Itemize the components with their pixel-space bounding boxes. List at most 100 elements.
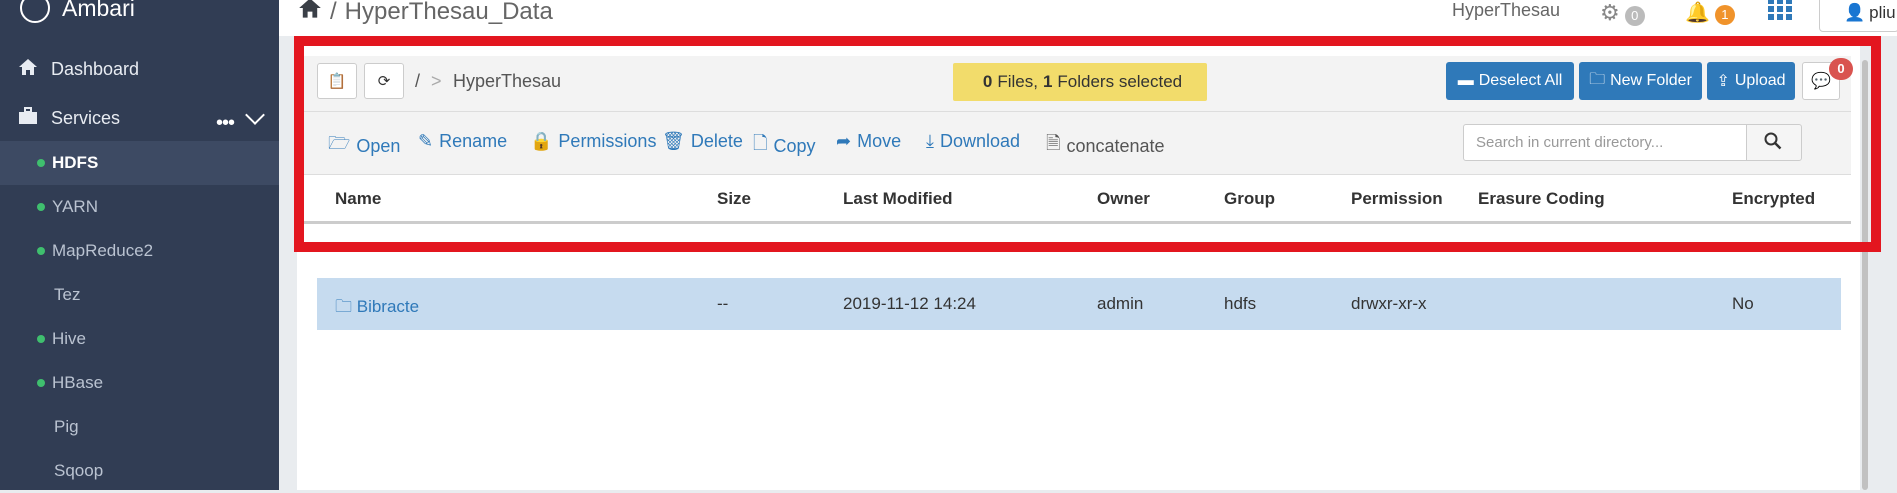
status-dot-icon <box>37 379 45 387</box>
file-icon: 🗋 <box>753 133 768 153</box>
delete-action[interactable]: 🗑 Delete <box>662 131 743 152</box>
share-arrow-icon: ➦ <box>836 131 852 151</box>
service-label: Sqoop <box>54 461 104 480</box>
column-header[interactable]: Size <box>717 189 751 209</box>
row-name: Bibracte <box>356 297 420 316</box>
ambari-logo-icon <box>20 0 50 23</box>
row-group-cell: hdfs <box>1224 294 1257 313</box>
parent-dir-row-fragment <box>335 243 349 246</box>
status-dot-icon <box>37 159 45 167</box>
sidebar-item-services[interactable]: Services <box>0 96 279 140</box>
search-icon <box>1764 132 1782 155</box>
column-header[interactable]: Name <box>335 189 381 209</box>
table-row[interactable] <box>317 278 1841 330</box>
breadcrumb: / HyperThesau_Data <box>298 0 553 26</box>
column-header[interactable]: Erasure Coding <box>1478 189 1605 209</box>
permissions-action[interactable]: 🔒 Permissions <box>530 131 656 152</box>
copy-label: Copy <box>773 135 816 156</box>
delete-label: Delete <box>690 131 743 151</box>
service-label: Pig <box>54 417 79 436</box>
gear-icon: ⚙ <box>1600 0 1620 25</box>
selection-status: 0 Files, 1 Folders selected <box>953 63 1207 101</box>
sidebar: Ambari Dashboard Services ••• HDFS YARN … <box>0 0 279 490</box>
copy-action[interactable]: 🗋 Copy <box>753 131 816 161</box>
page-title: HyperThesau_Data <box>344 0 553 25</box>
settings-menu[interactable]: ⚙ 0 <box>1600 0 1645 26</box>
alerts-menu[interactable]: 🔔 1 <box>1685 0 1735 25</box>
refresh-icon: ⟳ <box>377 73 391 90</box>
download-icon: ⤓ <box>926 131 934 151</box>
download-label: Download <box>939 131 1021 151</box>
sidebar-service-hive[interactable]: Hive <box>0 317 279 361</box>
refresh-button[interactable]: ⟳ <box>364 63 404 99</box>
sidebar-service-yarn[interactable]: YARN <box>0 185 279 229</box>
copy-path-button[interactable]: 📋 <box>317 63 357 99</box>
path-separator: > <box>431 71 442 91</box>
alerts-badge: 1 <box>1714 5 1735 25</box>
column-header[interactable]: Encrypted <box>1732 189 1815 209</box>
deselect-all-label: Deselect All <box>1478 72 1563 89</box>
status-dot-icon <box>37 203 45 211</box>
deselect-all-button[interactable]: ▬ Deselect All <box>1446 62 1574 100</box>
rename-label: Rename <box>439 131 508 151</box>
column-header[interactable]: Group <box>1224 189 1275 209</box>
row-owner-cell: admin <box>1097 294 1144 313</box>
permissions-label: Permissions <box>558 131 657 151</box>
sidebar-item-label: Services <box>51 107 121 128</box>
status-dot-icon <box>37 247 45 255</box>
lock-icon: 🔒 <box>530 131 553 151</box>
sidebar-service-sqoop[interactable]: Sqoop <box>0 449 279 493</box>
bell-icon: 🔔 <box>1685 2 1710 24</box>
selected-files-count: 0 <box>982 72 993 91</box>
selected-folders-count: 1 <box>1042 72 1053 91</box>
trash-icon: 🗑 <box>662 131 685 151</box>
open-action[interactable]: 🗁 Open <box>328 131 400 161</box>
sidebar-item-dashboard[interactable]: Dashboard <box>0 47 279 91</box>
sidebar-service-pig[interactable]: Pig <box>0 405 279 449</box>
service-label: HBase <box>52 373 104 392</box>
more-icon[interactable]: ••• <box>216 112 235 135</box>
folder-icon: 🗀 <box>1589 70 1606 88</box>
move-action[interactable]: ➦ Move <box>836 131 901 152</box>
path-root[interactable]: / <box>415 71 420 92</box>
selected-folders-label: Folders selected <box>1057 72 1183 91</box>
column-header[interactable]: Owner <box>1097 189 1150 209</box>
upload-button[interactable]: ⇪ Upload <box>1707 62 1795 100</box>
path-current[interactable]: HyperThesau <box>453 71 561 92</box>
briefcase-icon <box>18 106 38 130</box>
sidebar-service-hdfs[interactable]: HDFS <box>0 141 279 185</box>
concatenate-label: concatenate <box>1066 135 1165 156</box>
status-dot-icon <box>37 335 45 343</box>
search-input[interactable] <box>1463 124 1747 161</box>
sidebar-service-tez[interactable]: Tez <box>0 273 279 317</box>
rename-action[interactable]: ✎ Rename <box>418 131 507 152</box>
column-header[interactable]: Last Modified <box>843 189 953 209</box>
service-label: Hive <box>52 329 87 348</box>
home-icon[interactable] <box>298 0 322 26</box>
sidebar-service-hbase[interactable]: HBase <box>0 361 279 405</box>
sidebar-service-mapreduce2[interactable]: MapReduce2 <box>0 229 279 273</box>
service-label: YARN <box>52 197 98 216</box>
chat-badge: 0 <box>1829 58 1853 80</box>
user-menu[interactable]: 👤 pliu <box>1819 0 1897 32</box>
selected-files-label: Files, <box>997 72 1038 91</box>
upload-icon: ⇪ <box>1716 73 1730 90</box>
concatenate-action[interactable]: 🗎 concatenate <box>1046 131 1165 161</box>
folder-open-icon: 🗁 <box>328 133 351 153</box>
new-folder-button[interactable]: 🗀 New Folder <box>1579 62 1702 100</box>
open-label: Open <box>356 135 401 156</box>
row-permission-cell: drwxr-xr-x <box>1351 294 1427 313</box>
brand[interactable]: Ambari <box>20 0 135 26</box>
table-header <box>303 175 1851 224</box>
row-modified-cell: 2019-11-12 14:24 <box>843 294 976 313</box>
scrollbar-thumb[interactable] <box>1862 60 1868 490</box>
row-encrypted-cell: No <box>1732 294 1754 313</box>
column-header[interactable]: Permission <box>1351 189 1443 209</box>
upload-label: Upload <box>1734 72 1786 89</box>
sidebar-item-label: Dashboard <box>51 58 140 79</box>
folder-icon: 🗀 <box>335 297 352 316</box>
apps-grid-icon[interactable] <box>1768 0 1792 25</box>
cluster-name[interactable]: HyperThesau <box>1452 0 1560 21</box>
row-name-cell[interactable]: 🗀 Bibracte <box>335 294 419 323</box>
download-action[interactable]: ⤓ Download <box>926 131 1020 152</box>
